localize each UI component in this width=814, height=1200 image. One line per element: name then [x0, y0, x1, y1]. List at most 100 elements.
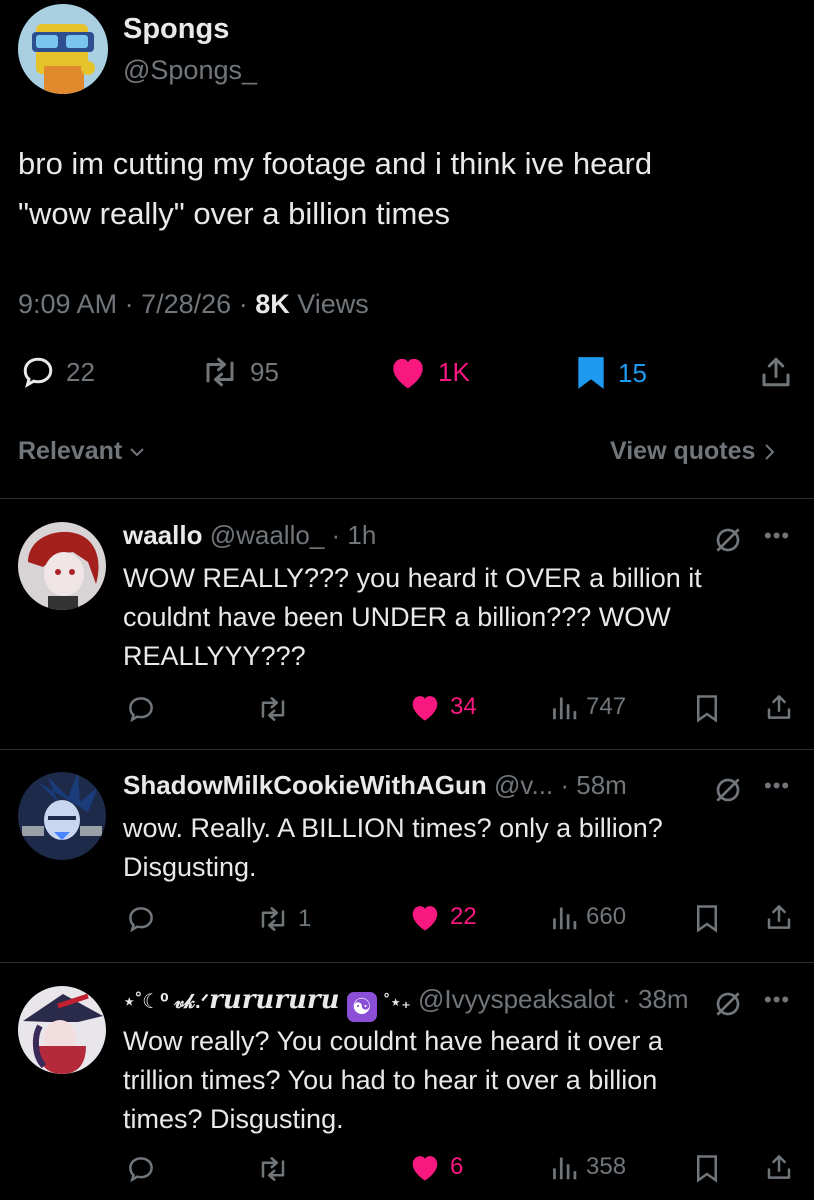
views-label: Views	[297, 289, 369, 319]
meta-separator: ·	[124, 289, 134, 319]
repost-icon	[200, 354, 240, 390]
repost-button[interactable]: 95	[200, 354, 279, 390]
bookmark-icon[interactable]	[694, 694, 720, 724]
like-count: 6	[450, 1153, 464, 1180]
reply-text-line: times? Disgusting.	[123, 1104, 344, 1134]
divider	[0, 498, 814, 499]
view-quotes-link[interactable]: View quotes	[610, 437, 777, 466]
reply-text-line: trillion times? You had to hear it over …	[123, 1065, 658, 1095]
reply-author-name[interactable]: waallo	[123, 520, 202, 550]
grok-icon[interactable]	[712, 988, 744, 1020]
reply-icon[interactable]	[126, 904, 156, 934]
reply-avatar[interactable]	[18, 522, 106, 610]
reply-author-name-prefix: ⋆˚☾⁰ 𝓋𝓀.ᐟ	[123, 991, 210, 1013]
repost-count: 1	[298, 905, 312, 932]
author-avatar[interactable]	[18, 4, 108, 94]
reply-time[interactable]: 1h	[347, 520, 376, 550]
reply-icon[interactable]	[126, 1154, 156, 1184]
reply-author-handle[interactable]: @Ivyyspeaksalot	[418, 984, 615, 1014]
divider	[0, 749, 814, 750]
post-time[interactable]: 9:09 AM	[18, 289, 117, 319]
reply-header: ShadowMilkCookieWithAGun @v... · 58m	[123, 770, 627, 801]
post-text-line-2: "wow really" over a billion times	[18, 196, 451, 231]
views-count: 8K	[255, 289, 290, 319]
like-count: 1K	[438, 356, 470, 387]
reply-icon[interactable]	[126, 694, 156, 724]
post-meta: 9:09 AM · 7/28/26 · 8K Views	[18, 289, 369, 320]
heart-filled-icon	[408, 692, 442, 722]
analytics-icon	[550, 902, 578, 932]
reply-text-line: couldnt have been UNDER a billion??? WOW	[123, 602, 671, 632]
views-button[interactable]: 747	[550, 692, 626, 722]
reply-text-line: wow. Really. A BILLION times? only a bil…	[123, 813, 663, 843]
bookmark-icon[interactable]	[694, 1154, 720, 1184]
reply-header: waallo @waallo_ · 1h	[123, 520, 376, 551]
views-count: 747	[586, 693, 627, 720]
like-button[interactable]: 34	[408, 692, 477, 722]
reply-text: Wow really? You couldnt have heard it ov…	[123, 1022, 783, 1139]
reply-avatar[interactable]	[18, 772, 106, 860]
analytics-icon	[550, 692, 578, 722]
yin-yang-badge-icon: ☯	[346, 992, 377, 1022]
meta-separator: ·	[553, 770, 577, 800]
author-name[interactable]: Spongs	[123, 13, 229, 46]
like-count: 22	[450, 903, 477, 930]
bookmark-filled-icon	[574, 354, 608, 392]
views-count: 660	[586, 903, 627, 930]
share-icon[interactable]	[764, 902, 794, 932]
views-button[interactable]: 358	[550, 1152, 626, 1182]
repost-icon	[256, 694, 290, 724]
sort-label: Relevant	[18, 437, 123, 465]
repost-button[interactable]: 1	[256, 904, 311, 934]
divider	[0, 962, 814, 963]
meta-separator: ·	[324, 520, 348, 550]
repost-button[interactable]	[256, 694, 298, 724]
grok-icon[interactable]	[712, 774, 744, 806]
views-button[interactable]: 660	[550, 902, 626, 932]
sort-dropdown[interactable]: Relevant	[18, 437, 146, 466]
share-icon[interactable]	[758, 354, 794, 390]
post-date[interactable]: 7/28/26	[141, 289, 231, 319]
bookmark-button[interactable]: 15	[574, 354, 647, 392]
reply-author-name[interactable]: ShadowMilkCookieWithAGun	[123, 770, 487, 800]
view-quotes-label: View quotes	[610, 437, 756, 465]
bookmark-icon[interactable]	[694, 904, 720, 934]
heart-filled-icon	[408, 902, 442, 932]
more-options-icon[interactable]: •••	[764, 773, 790, 799]
reply-text: wow. Really. A BILLION times? only a bil…	[123, 809, 783, 887]
reply-author-name-suffix: ˚⋆₊	[383, 992, 411, 1012]
reply-text-line: WOW REALLY??? you heard it OVER a billio…	[123, 563, 702, 593]
repost-count: 95	[250, 356, 279, 387]
like-button[interactable]: 6	[408, 1152, 463, 1182]
reply-time[interactable]: 38m	[638, 984, 689, 1014]
reply-text-line: Disgusting.	[123, 852, 257, 882]
reply-author-handle[interactable]: @waallo_	[210, 520, 325, 550]
repost-button[interactable]	[256, 1154, 298, 1184]
like-button[interactable]: 1K	[388, 354, 470, 390]
reply-text: WOW REALLY??? you heard it OVER a billio…	[123, 559, 783, 676]
author-handle[interactable]: @Spongs_	[123, 55, 257, 86]
reply-time[interactable]: 58m	[576, 770, 627, 800]
reply-text-line: REALLYYY???	[123, 641, 306, 671]
share-icon[interactable]	[764, 1152, 794, 1182]
grok-icon[interactable]	[712, 524, 744, 556]
reply-icon	[20, 354, 56, 390]
analytics-icon	[550, 1152, 578, 1182]
reply-avatar[interactable]	[18, 986, 106, 1074]
heart-filled-icon	[388, 354, 428, 390]
more-options-icon[interactable]: •••	[764, 523, 790, 549]
chevron-down-icon	[128, 443, 146, 461]
reply-text-line: Wow really? You couldnt have heard it ov…	[123, 1026, 663, 1056]
reply-author-handle[interactable]: @v...	[494, 770, 553, 800]
reply-count: 22	[66, 356, 95, 387]
more-options-icon[interactable]: •••	[764, 987, 790, 1013]
post-text-line-1: bro im cutting my footage and i think iv…	[18, 146, 653, 181]
meta-separator: ·	[614, 984, 638, 1014]
bookmark-count: 15	[618, 357, 647, 388]
share-icon[interactable]	[764, 692, 794, 722]
repost-icon	[256, 1154, 290, 1184]
like-button[interactable]: 22	[408, 902, 477, 932]
reply-author-name[interactable]: rurururu	[209, 985, 339, 1015]
repost-icon	[256, 904, 290, 934]
reply-button[interactable]: 22	[20, 354, 95, 390]
